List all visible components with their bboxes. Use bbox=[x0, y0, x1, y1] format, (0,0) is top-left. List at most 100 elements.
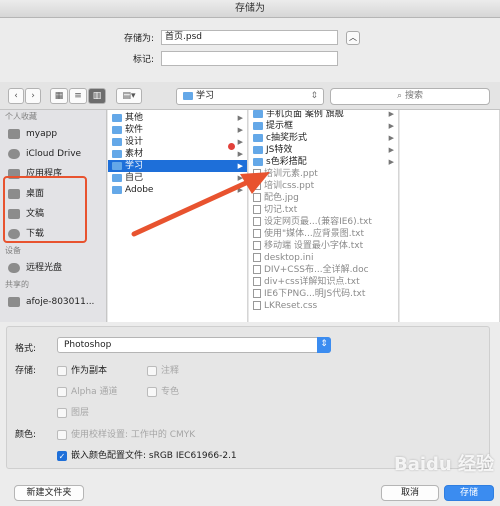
download-icon bbox=[8, 228, 20, 239]
sidebar-item-icloud[interactable]: iCloud Drive bbox=[0, 144, 106, 164]
list-item[interactable]: 软件 ▶ bbox=[108, 124, 247, 136]
tags-label: 标记: bbox=[132, 55, 154, 65]
folder-icon bbox=[112, 125, 122, 134]
sidebar-item-myapp[interactable]: myapp bbox=[0, 124, 106, 144]
storage-label: 存储: bbox=[15, 366, 37, 376]
list-item[interactable]: 设计 ▶ bbox=[108, 136, 247, 148]
document-icon bbox=[253, 301, 261, 310]
applications-icon bbox=[8, 168, 20, 179]
sidebar-item-remote-disc[interactable]: 远程光盘 bbox=[0, 258, 106, 278]
favorites-heading: 个人收藏 bbox=[5, 112, 37, 121]
disclosure-icon: ▶ bbox=[237, 150, 243, 158]
desktop-icon bbox=[8, 188, 20, 199]
sidebar-item-label: 文稿 bbox=[26, 209, 45, 219]
format-select[interactable]: Photoshop ⇕ bbox=[57, 337, 331, 353]
document-icon bbox=[253, 289, 261, 298]
grid-icon: ▦ bbox=[54, 91, 64, 101]
chevron-left-icon: ‹ bbox=[14, 91, 18, 101]
new-folder-button[interactable]: 新建文件夹 bbox=[14, 485, 84, 501]
folder-icon bbox=[112, 161, 122, 170]
search-input[interactable]: ⌕ 搜索 bbox=[330, 88, 490, 105]
updown-icon: ⇕ bbox=[317, 337, 331, 353]
disc-icon bbox=[8, 262, 20, 273]
gallery-view-button[interactable]: ▤▾ bbox=[116, 88, 142, 104]
options-box: 格式: Photoshop ⇕ 存储: 作为副本 注释 Alpha 通道 专色 … bbox=[6, 326, 490, 469]
alpha-label: Alpha 通道 bbox=[71, 387, 118, 397]
save-header: 存储为: 首页.psd ︿ 标记: bbox=[0, 18, 500, 82]
document-icon bbox=[253, 241, 261, 250]
chevron-up-icon: ︿ bbox=[349, 33, 357, 42]
sidebar-item-downloads[interactable]: 下载 bbox=[0, 224, 106, 244]
list-item[interactable]: DIV+CSS布...全详解.doc bbox=[249, 264, 398, 276]
forward-button[interactable]: › bbox=[25, 88, 41, 104]
sidebar-item-documents[interactable]: 文稿 bbox=[0, 204, 106, 224]
notes-checkbox[interactable]: 注释 bbox=[147, 363, 179, 376]
disclosure-icon: ▶ bbox=[237, 114, 243, 122]
icon-view-button[interactable]: ▦ bbox=[50, 88, 68, 104]
list-item[interactable]: 素材 ▶ bbox=[108, 148, 247, 160]
column-3 bbox=[400, 110, 500, 322]
list-item[interactable]: 提示框 ▶ bbox=[249, 120, 398, 132]
format-value: Photoshop bbox=[64, 340, 112, 350]
embed-profile-label: 嵌入颜色配置文件: sRGB IEC61966-2.1 bbox=[71, 451, 237, 461]
list-item[interactable]: 其他 ▶ bbox=[108, 112, 247, 124]
tags-field[interactable] bbox=[161, 51, 338, 66]
filename-field[interactable]: 首页.psd bbox=[161, 30, 338, 45]
list-item[interactable]: c抽奖形式 ▶ bbox=[249, 132, 398, 144]
list-item[interactable]: div+css详解知识点.txt bbox=[249, 276, 398, 288]
list-item[interactable]: LKReset.css bbox=[249, 300, 398, 312]
search-placeholder: 搜索 bbox=[404, 91, 423, 101]
shared-heading: 共享的 bbox=[5, 280, 29, 289]
search-icon: ⌕ bbox=[397, 91, 405, 101]
layers-checkbox[interactable]: 图层 bbox=[57, 405, 89, 418]
proof-checkbox[interactable]: 使用校样设置: 工作中的 CMYK bbox=[57, 427, 195, 440]
disclosure-icon: ▶ bbox=[237, 138, 243, 146]
color-label: 颜色: bbox=[15, 430, 37, 440]
sidebar-item-desktop[interactable]: 桌面 bbox=[0, 184, 106, 204]
back-button[interactable]: ‹ bbox=[8, 88, 24, 104]
list-item-label: 移动端 设置最小字体.txt bbox=[264, 241, 364, 251]
folder-icon bbox=[112, 149, 122, 158]
expand-collapse-button[interactable]: ︿ bbox=[346, 31, 360, 45]
list-item[interactable]: JS特效 ▶ bbox=[249, 144, 398, 156]
sidebar-item-label: 远程光盘 bbox=[26, 263, 63, 273]
options-panel: 格式: Photoshop ⇕ 存储: 作为副本 注释 Alpha 通道 专色 … bbox=[0, 322, 500, 506]
folder-icon bbox=[253, 133, 263, 142]
as-copy-checkbox[interactable]: 作为副本 bbox=[57, 363, 107, 376]
document-icon bbox=[253, 265, 261, 274]
window-title: 存储为 bbox=[0, 0, 500, 18]
disclosure-icon: ▶ bbox=[388, 158, 394, 166]
cancel-button[interactable]: 取消 bbox=[381, 485, 439, 501]
list-item-label: JS特效 bbox=[266, 145, 293, 155]
format-label: 格式: bbox=[15, 344, 37, 354]
sidebar: 个人收藏 myapp iCloud Drive 应用程序 桌面 文稿 下载 设备… bbox=[0, 110, 107, 322]
layers-label: 图层 bbox=[71, 408, 90, 418]
embed-profile-checkbox[interactable]: ✓ 嵌入颜色配置文件: sRGB IEC61966-2.1 bbox=[57, 448, 237, 461]
list-item-label: LKReset.css bbox=[264, 301, 318, 311]
list-item[interactable]: IE6下PNG...明JS代码.txt bbox=[249, 288, 398, 300]
list-view-button[interactable]: ≡ bbox=[69, 88, 87, 104]
proof-label: 使用校样设置: 工作中的 CMYK bbox=[71, 430, 196, 440]
path-popup[interactable]: 学习 ⇕ bbox=[176, 88, 324, 105]
checkbox-icon bbox=[57, 407, 67, 418]
checkbox-icon bbox=[57, 365, 67, 376]
notes-label: 注释 bbox=[161, 366, 180, 376]
spot-checkbox[interactable]: 专色 bbox=[147, 384, 179, 397]
disclosure-icon: ▶ bbox=[388, 134, 394, 142]
list-item[interactable]: 移动端 设置最小字体.txt bbox=[249, 240, 398, 252]
alpha-checkbox[interactable]: Alpha 通道 bbox=[57, 384, 117, 397]
sidebar-item-shared-host[interactable]: afoje-803011... bbox=[0, 292, 106, 312]
list-item-label: 设计 bbox=[125, 137, 144, 147]
folder-icon bbox=[112, 185, 122, 194]
list-item[interactable]: desktop.ini bbox=[249, 252, 398, 264]
folder-icon bbox=[112, 173, 122, 182]
sidebar-item-label: 桌面 bbox=[26, 189, 45, 199]
list-item[interactable]: 手机页面 案例 旗舰 ▶ bbox=[249, 110, 398, 120]
column-view-button[interactable]: ▥ bbox=[88, 88, 106, 104]
sidebar-item-label: 下载 bbox=[26, 229, 45, 239]
cloud-icon bbox=[8, 148, 20, 159]
sidebar-item-label: myapp bbox=[26, 129, 58, 139]
save-button[interactable]: 存储 bbox=[444, 485, 494, 501]
tag-dot-red bbox=[228, 143, 235, 150]
sidebar-item-applications[interactable]: 应用程序 bbox=[0, 164, 106, 184]
